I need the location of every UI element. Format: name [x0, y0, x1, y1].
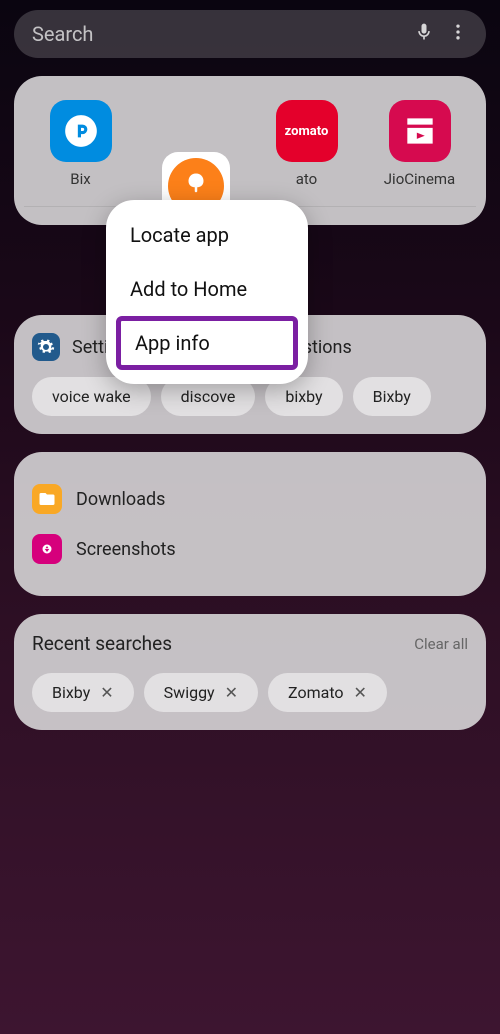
close-icon[interactable]: ✕ [225, 683, 238, 702]
mic-icon[interactable] [414, 22, 434, 46]
recent-title: Recent searches [32, 632, 172, 655]
close-icon[interactable]: ✕ [100, 683, 113, 702]
zomato-icon: zomato [276, 100, 338, 162]
context-app-info[interactable]: App info [116, 316, 298, 370]
context-locate-app[interactable]: Locate app [106, 208, 308, 262]
folder-downloads[interactable]: Downloads [32, 474, 468, 524]
jiocinema-icon [389, 100, 451, 162]
search-bar[interactable]: Search [14, 10, 486, 58]
folder-screenshots[interactable]: Screenshots [32, 524, 468, 574]
zomato-icon-text: zomato [285, 124, 329, 139]
context-menu: Locate app Add to Home App info [106, 200, 308, 384]
context-add-to-home[interactable]: Add to Home [106, 262, 308, 316]
recent-card: Recent searches Clear all Bixby ✕ Swiggy… [14, 614, 486, 730]
folder-screenshots-label: Screenshots [76, 539, 176, 560]
app-label: Bix [70, 170, 90, 188]
recent-chip-bixby[interactable]: Bixby ✕ [32, 673, 134, 712]
app-zomato[interactable]: zomato ato [257, 100, 357, 188]
recent-chip-zomato[interactable]: Zomato ✕ [268, 673, 387, 712]
apps-row: Bix zomato ato JioCinema [24, 100, 476, 188]
folders-card: Downloads Screenshots [14, 452, 486, 596]
app-jiocinema[interactable]: JioCinema [370, 100, 470, 188]
recent-chip-label: Swiggy [164, 683, 215, 702]
folder-screenshots-icon [32, 534, 62, 564]
close-icon[interactable]: ✕ [354, 683, 367, 702]
chip-Bixby[interactable]: Bixby [353, 377, 431, 416]
app-label: JioCinema [384, 170, 455, 188]
folder-downloads-label: Downloads [76, 489, 165, 510]
recent-chip-label: Zomato [288, 683, 343, 702]
recent-chips: Bixby ✕ Swiggy ✕ Zomato ✕ [32, 673, 468, 712]
app-bixby[interactable]: Bix [31, 100, 131, 188]
recent-chip-swiggy[interactable]: Swiggy ✕ [144, 673, 258, 712]
search-placeholder: Search [32, 22, 400, 46]
more-icon[interactable] [448, 22, 468, 46]
gear-icon [32, 333, 60, 361]
clear-all-button[interactable]: Clear all [414, 635, 468, 653]
recent-header: Recent searches Clear all [32, 632, 468, 655]
app-label: ato [296, 170, 317, 188]
bixby-icon [50, 100, 112, 162]
recent-chip-label: Bixby [52, 683, 90, 702]
folder-downloads-icon [32, 484, 62, 514]
